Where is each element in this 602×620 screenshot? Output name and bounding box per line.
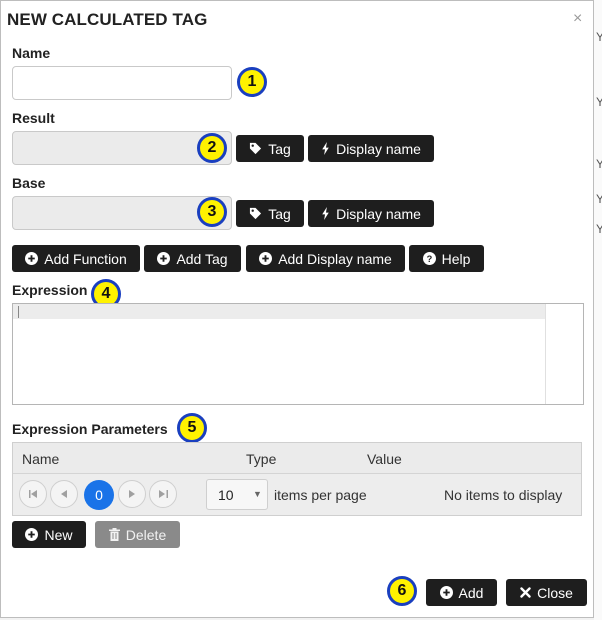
dialog-title: NEW CALCULATED TAG [7, 10, 208, 29]
expression-editor[interactable] [12, 303, 584, 405]
current-page-button[interactable]: 0 [84, 480, 114, 510]
last-page-button[interactable] [149, 480, 177, 508]
svg-text:?: ? [426, 254, 432, 264]
next-page-icon [129, 490, 135, 498]
help-button[interactable]: ? Help [409, 245, 484, 272]
plus-circle-icon [25, 252, 39, 265]
add-tag-button[interactable]: Add Tag [144, 245, 241, 272]
result-tag-label: Tag [268, 140, 291, 157]
name-label: Name [12, 45, 51, 61]
new-parameter-button[interactable]: New [12, 521, 86, 548]
bolt-icon [321, 142, 330, 155]
chevron-down-icon: ▼ [253, 489, 262, 499]
result-display-name-button[interactable]: Display name [308, 135, 434, 162]
tag-icon [249, 207, 262, 220]
trash-icon [108, 528, 120, 541]
plus-circle-icon [259, 252, 273, 265]
grid-pager: 0 10 ▼ items per page No items to displa… [13, 474, 581, 515]
result-tag-button[interactable]: Tag [236, 135, 304, 162]
question-circle-icon: ? [422, 252, 436, 265]
previous-page-icon [61, 490, 67, 498]
expression-parameters-label: Expression Parameters [12, 421, 168, 437]
base-tag-button[interactable]: Tag [236, 200, 304, 227]
add-label: Add [458, 584, 484, 601]
base-label: Base [12, 175, 46, 191]
background-text: Y [596, 222, 602, 236]
last-page-icon [158, 490, 168, 498]
column-header-value[interactable]: Value [367, 451, 402, 467]
column-header-name[interactable]: Name [22, 451, 59, 467]
expression-gutter [545, 304, 546, 404]
expression-active-line [13, 304, 545, 319]
add-function-button[interactable]: Add Function [12, 245, 140, 272]
x-icon [520, 587, 531, 598]
delete-parameter-button[interactable]: Delete [95, 521, 180, 548]
callout-badge-6: 6 [387, 576, 417, 606]
page-size-suffix: items per page [274, 487, 367, 503]
background-text: Y [596, 95, 602, 109]
result-label: Result [12, 110, 55, 126]
base-tag-label: Tag [268, 205, 291, 222]
callout-badge-1: 1 [237, 67, 267, 97]
plus-circle-icon [25, 528, 39, 541]
expression-label: Expression [12, 282, 88, 298]
plus-circle-icon [157, 252, 171, 265]
callout-badge-2: 2 [197, 133, 227, 163]
close-icon[interactable]: × [573, 10, 582, 28]
add-function-label: Add Function [44, 250, 127, 267]
base-display-name-button[interactable]: Display name [308, 200, 434, 227]
add-button[interactable]: Add [426, 579, 497, 606]
previous-page-button[interactable] [50, 480, 78, 508]
callout-badge-3: 3 [197, 197, 227, 227]
plus-circle-icon [439, 586, 453, 599]
add-display-name-button[interactable]: Add Display name [246, 245, 405, 272]
close-button[interactable]: Close [506, 579, 587, 606]
empty-message: No items to display [444, 487, 563, 503]
result-display-name-label: Display name [336, 140, 421, 157]
new-calculated-tag-dialog: NEW CALCULATED TAG × Name 1 Result 2 Tag… [0, 0, 594, 618]
close-label: Close [537, 584, 573, 601]
name-input[interactable] [12, 66, 232, 100]
callout-badge-5: 5 [177, 413, 207, 443]
first-page-button[interactable] [19, 480, 47, 508]
page-size-value: 10 [218, 487, 234, 503]
background-text: Y [596, 157, 602, 171]
add-tag-label: Add Tag [176, 250, 228, 267]
background-text: Y [596, 30, 602, 44]
background-page-edge [594, 0, 602, 620]
background-text: Y [596, 192, 602, 206]
base-display-name-label: Display name [336, 205, 421, 222]
bolt-icon [321, 207, 330, 220]
grid-header: Name Type Value [13, 443, 581, 474]
add-display-name-label: Add Display name [278, 250, 392, 267]
text-cursor [18, 306, 19, 318]
tag-icon [249, 142, 262, 155]
new-parameter-label: New [44, 526, 73, 543]
first-page-icon [28, 490, 37, 498]
page-size-select[interactable]: 10 ▼ [206, 479, 268, 510]
column-header-type[interactable]: Type [246, 451, 276, 467]
help-label: Help [441, 250, 471, 267]
next-page-button[interactable] [118, 480, 146, 508]
parameters-grid: Name Type Value 0 10 ▼ items per page No… [12, 442, 582, 516]
delete-parameter-label: Delete [125, 526, 167, 543]
